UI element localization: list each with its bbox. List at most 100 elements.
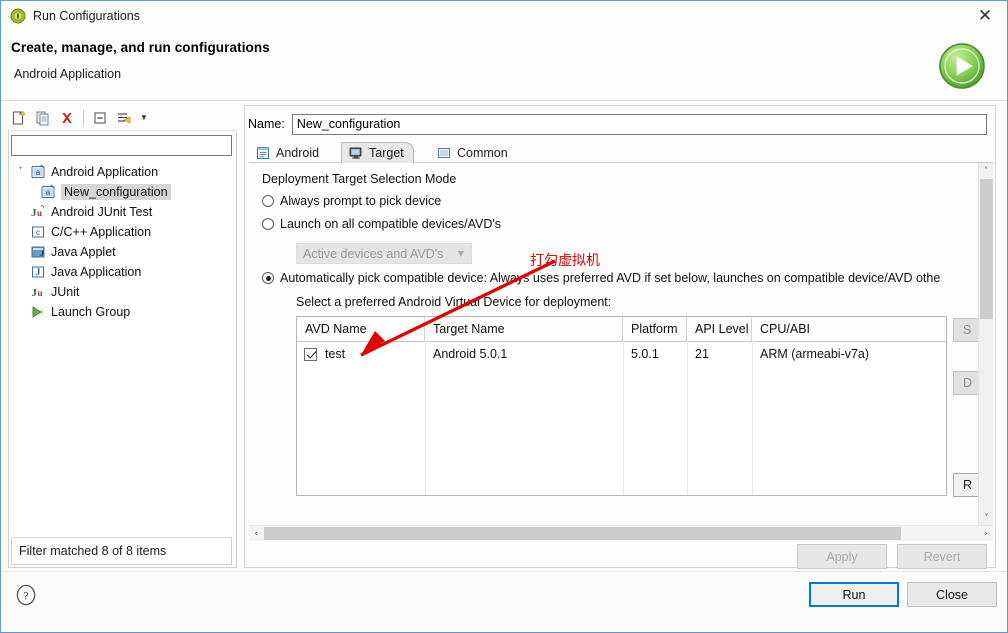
tree-item-java-applet[interactable]: J Java Applet [12,242,231,262]
revert-button[interactable]: Revert [897,544,987,569]
page-subtitle: Android Application [14,67,121,81]
tree-item-android-junit-test[interactable]: JuAndroid JUnit Test [12,202,231,222]
svg-text:?: ? [23,589,28,603]
tree-item-c-c-application[interactable]: cC/C++ Application [12,222,231,242]
java-app-icon: J [29,264,47,280]
tab-common-label: Common [457,146,508,160]
tree-item-label: Java Applet [51,245,116,259]
avd-table-header: AVD Name Target Name Platform API Level … [297,317,946,342]
radio-auto-pick[interactable]: Automatically pick compatible device: Al… [262,271,940,285]
java-applet-icon: J [29,244,47,260]
scroll-left-arrow-icon[interactable]: ‹ [249,526,263,541]
android-app-icon: a [29,164,47,180]
svg-text:u: u [38,288,43,298]
vertical-scroll-thumb[interactable] [980,179,993,319]
new-launch-configuration-icon[interactable] [8,108,30,128]
avd-table[interactable]: AVD Name Target Name Platform API Level … [296,316,947,496]
cell-cpu-abi: ARM (armeabi-v7a) [752,342,946,366]
tab-android[interactable]: Android [249,142,328,163]
run-button[interactable]: Run [809,582,899,607]
content-horizontal-scrollbar[interactable]: ‹ › [249,525,993,541]
launch-group-icon [29,304,47,320]
table-row[interactable]: test Android 5.0.1 5.0.1 21 ARM (armeabi… [297,342,946,366]
green-play-icon [937,41,987,91]
select-preferred-avd-label: Select a preferred Android Virtual Devic… [296,295,611,309]
chevron-down-icon[interactable]: ˇ [12,167,29,177]
target-tab-content: Deployment Target Selection Mode Always … [249,163,993,525]
configurations-tree[interactable]: ˇaAndroid ApplicationaNew_configurationJ… [11,161,232,535]
close-button[interactable]: Close [907,582,997,607]
scroll-right-arrow-icon[interactable]: › [979,526,993,541]
filter-input[interactable] [11,135,232,156]
tree-item-label: Java Application [51,265,141,279]
filter-icon[interactable] [113,108,135,128]
run-config-icon [10,8,26,24]
deployment-section-title: Deployment Target Selection Mode [262,172,456,186]
apply-button[interactable]: Apply [797,544,887,569]
duplicate-icon[interactable] [32,108,54,128]
radio-always-prompt[interactable]: Always prompt to pick device [262,194,441,208]
tree-item-launch-group[interactable]: Launch Group [12,302,231,322]
column-target-name[interactable]: Target Name [425,317,623,341]
tree-item-junit[interactable]: JuJUnit [12,282,231,302]
scroll-up-arrow-icon[interactable]: ˄ [979,163,993,178]
tree-item-new-configuration[interactable]: a New_configuration [12,182,231,202]
cell-target-name: Android 5.0.1 [425,342,623,366]
tree-item-label: Launch Group [51,305,130,319]
horizontal-scroll-thumb[interactable] [264,527,901,540]
radio-always-prompt-label: Always prompt to pick device [280,194,441,208]
tab-android-label: Android [276,146,319,160]
tree-item-android-application[interactable]: ˇa Android Application [12,162,231,182]
help-icon[interactable]: ? [15,584,37,606]
window-title: Run Configurations [33,9,140,23]
close-icon[interactable]: ✕ [963,1,1007,31]
collapse-all-icon[interactable] [89,108,111,128]
column-cpu-abi[interactable]: CPU/ABI [752,317,946,341]
tab-common[interactable]: Common [430,142,517,163]
radio-auto-pick-indicator [262,272,274,284]
cell-avd-name[interactable]: test [297,342,425,366]
name-row: Name: [248,113,990,135]
tree-item-java-application[interactable]: J Java Application [12,262,231,282]
start-avd-button-label: S [963,323,971,337]
junit-icon: Ju [29,284,47,300]
delete-icon[interactable] [56,108,78,128]
name-label: Name: [248,117,285,131]
common-tab-icon [436,145,452,160]
dialog-footer: ? Run Close [1,571,1007,632]
radio-always-prompt-indicator [262,195,274,207]
configurations-panel: ▼ ˇaAndroid ApplicationaNew_configuratio… [8,105,237,568]
tree-item-label: Android Application [51,165,158,179]
toolbar-separator [83,110,84,126]
tab-target[interactable]: Target [341,142,414,163]
content-vertical-scrollbar[interactable]: ˄ ˅ [978,163,993,525]
radio-launch-all[interactable]: Launch on all compatible devices/AVD's [262,217,501,231]
apply-revert-row: Apply Revert [797,544,987,569]
name-input[interactable] [292,114,987,135]
refresh-avd-button-label: R [963,478,972,492]
svg-text:u: u [37,208,42,218]
configuration-editor-panel: Name: Android [244,105,996,568]
cell-api-level: 21 [687,342,752,366]
title-bar: Run Configurations ✕ [1,1,1007,31]
column-platform[interactable]: Platform [623,317,687,341]
column-avd-name[interactable]: AVD Name [297,317,425,341]
active-devices-combo-value: Active devices and AVD's [303,247,443,261]
radio-launch-all-label: Launch on all compatible devices/AVD's [280,217,501,231]
run-configurations-dialog: Run Configurations ✕ Create, manage, and… [0,0,1008,633]
scroll-down-arrow-icon[interactable]: ˅ [979,510,993,525]
radio-auto-pick-label: Automatically pick compatible device: Al… [280,271,940,285]
tab-target-label: Target [369,146,404,160]
delete-avd-button-label: D [963,376,972,390]
cell-platform: 5.0.1 [623,342,687,366]
column-api-level[interactable]: API Level [687,317,752,341]
chevron-down-icon[interactable]: ▼ [137,108,151,128]
tab-strip: Android Target [249,142,993,163]
svg-text:a: a [46,188,51,197]
column-separator [687,341,688,496]
avd-row-checkbox[interactable] [304,348,317,361]
tree-item-label: New_configuration [61,184,171,200]
column-separator [752,341,753,496]
page-title: Create, manage, and run configurations [11,40,270,55]
tree-item-label: C/C++ Application [51,225,151,239]
